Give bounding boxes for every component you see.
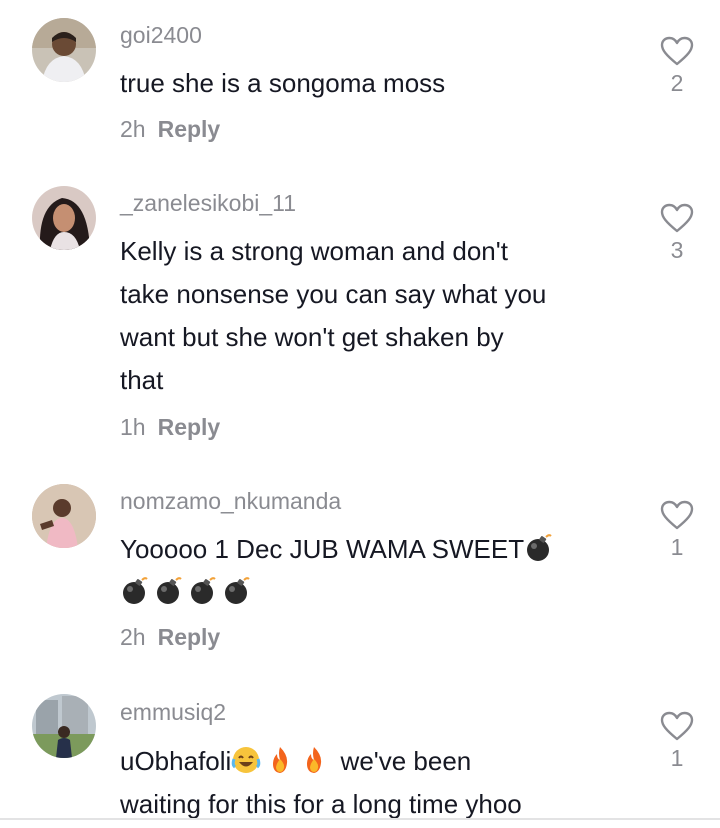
like-button[interactable]: 1 (655, 500, 699, 561)
comment-text-line: Yooooo 1 Dec JUB WAMA SWEET (120, 528, 620, 571)
comment-text: Yooooo 1 Dec JUB WAMA SWEET (120, 528, 620, 614)
comment-meta: 1h Reply (120, 414, 220, 441)
comment-text-segment: Yooooo 1 Dec JUB WAMA SWEET (120, 534, 525, 564)
comment-text: Kelly is a strong woman and don't take n… (120, 230, 620, 402)
laughing-emoji (232, 747, 261, 773)
comment-text-segment: uObhafoli (120, 746, 232, 776)
comment-username[interactable]: _zanelesikobi_11 (120, 190, 296, 217)
heart-icon (660, 500, 694, 530)
bomb-emoji (225, 577, 250, 604)
reply-button[interactable]: Reply (158, 624, 221, 650)
comment-username[interactable]: goi2400 (120, 22, 202, 49)
comment-username[interactable]: emmusiq2 (120, 699, 226, 726)
avatar[interactable] (32, 484, 96, 548)
comment-text-line: take nonsense you can say what you (120, 279, 547, 309)
bomb-emoji (191, 577, 216, 604)
comment-text: uObhafoli we've been waiting for this fo… (120, 740, 620, 826)
like-count: 2 (670, 70, 684, 96)
comment-list: goi2400 true she is a songoma moss 2h Rep… (0, 0, 720, 828)
comment-timestamp: 1h (120, 414, 146, 440)
like-button[interactable]: 3 (655, 203, 699, 264)
reply-button[interactable]: Reply (158, 414, 221, 440)
reply-button[interactable]: Reply (158, 116, 221, 142)
comment-timestamp: 2h (120, 116, 146, 142)
bomb-emoji (527, 534, 552, 561)
heart-icon (660, 203, 694, 233)
avatar[interactable] (32, 18, 96, 82)
avatar[interactable] (32, 694, 96, 758)
like-button[interactable]: 1 (655, 711, 699, 772)
heart-icon (660, 711, 694, 741)
like-count: 1 (670, 534, 684, 560)
comment-text-segment: we've been (333, 746, 472, 776)
fire-emoji (307, 747, 322, 773)
comment-text-line: Kelly is a strong woman and don't (120, 236, 508, 266)
avatar[interactable] (32, 186, 96, 250)
comment-username[interactable]: nomzamo_nkumanda (120, 488, 341, 515)
comment-timestamp: 2h (120, 624, 146, 650)
bomb-emoji (123, 577, 148, 604)
fire-emoji (273, 747, 288, 773)
like-count: 3 (670, 237, 684, 263)
divider (0, 818, 720, 820)
comment-text-line: want but she won't get shaken by (120, 322, 504, 352)
comment-text-line: true she is a songoma moss (120, 68, 446, 98)
comment-text: true she is a songoma moss (120, 62, 620, 105)
comment-text-line: uObhafoli we've been (120, 740, 620, 783)
comment-meta: 2h Reply (120, 116, 220, 143)
comment-text-line (120, 571, 620, 614)
like-button[interactable]: 2 (655, 36, 699, 97)
heart-icon (660, 36, 694, 66)
comment-text-line: that (120, 365, 164, 395)
bomb-emoji (157, 577, 182, 604)
comment-meta: 2h Reply (120, 624, 220, 651)
like-count: 1 (670, 745, 684, 771)
